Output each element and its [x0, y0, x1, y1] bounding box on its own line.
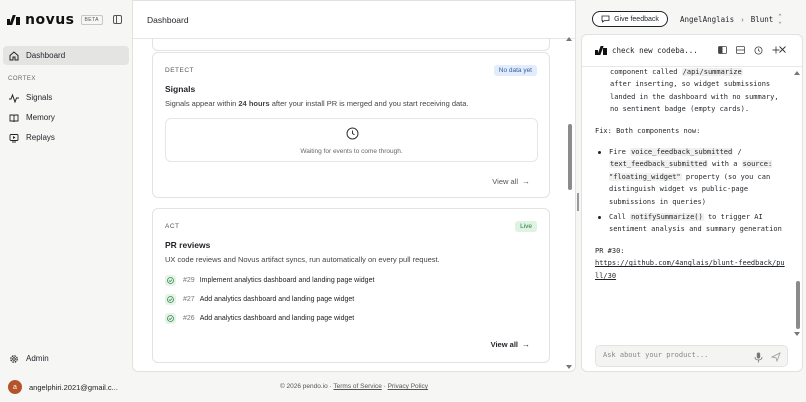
privacy-link[interactable]: Privacy Policy [388, 383, 428, 390]
book-icon [9, 113, 19, 123]
footer: © 2026 pendo.io · Terms of Service · Pri… [132, 383, 576, 390]
give-feedback-button[interactable]: Give feedback [592, 11, 668, 27]
clock-icon [346, 127, 359, 140]
scrollbar-thumb[interactable] [568, 124, 572, 190]
sidebar-item-label: Memory [26, 113, 55, 122]
org-name[interactable]: AngelAnglais [680, 15, 734, 24]
novus-logo-icon [595, 46, 608, 55]
main-scrollbar[interactable] [567, 39, 572, 371]
gear-icon [9, 354, 19, 364]
chevron-up-down-icon: ⌃ ⌄ [778, 13, 782, 25]
card-title: PR reviews [165, 240, 211, 250]
microphone-icon[interactable] [754, 352, 763, 363]
card-kicker: DETECT [165, 67, 194, 74]
sidebar-item-signals[interactable]: Signals [3, 88, 129, 107]
split-view-icon[interactable] [716, 44, 728, 56]
card-title: Signals [165, 84, 196, 94]
chat-scrollbar-thumb[interactable] [796, 281, 800, 329]
page-title: Dashboard [147, 15, 189, 25]
sidebar-item-label: Signals [26, 93, 53, 102]
sidebar: novus BETA Dashboard CORTEX Signals Memo… [0, 0, 132, 402]
check-circle-icon [165, 294, 176, 305]
assistant-chat-panel: check new codeba... component called /ap… [581, 34, 803, 372]
pulse-icon [9, 93, 19, 103]
sidebar-item-admin[interactable]: Admin [3, 349, 129, 368]
novus-logo-icon [7, 15, 22, 25]
logo[interactable]: novus BETA [7, 12, 103, 28]
signals-view-all-link[interactable]: View all → [492, 177, 530, 186]
terms-link[interactable]: Terms of Service [333, 383, 381, 390]
pr-list-item[interactable]: #26 Add analytics dashboard and landing … [165, 313, 354, 324]
replay-icon [9, 133, 19, 143]
history-icon[interactable] [752, 44, 764, 56]
chat-input-box[interactable] [595, 345, 788, 367]
user-menu[interactable]: a angelphiri.2021@gmail.c... [8, 380, 118, 394]
card-description: Signals appear within 24 hours after you… [165, 99, 469, 108]
empty-state: Waiting for events to come through. [165, 118, 538, 162]
chat-scroll-down-arrow[interactable] [794, 332, 800, 336]
pr-number: #27 [183, 296, 195, 303]
chat-scroll-up-arrow[interactable] [794, 71, 800, 75]
project-name[interactable]: Blunt [751, 15, 774, 24]
chat-title[interactable]: check new codeba... [612, 46, 698, 55]
sidebar-item-memory[interactable]: Memory [3, 108, 129, 127]
sidebar-item-label: Replays [26, 133, 55, 142]
chat-toolbar [710, 44, 782, 56]
pr-reviews-card: ACT Live PR reviews UX code reviews and … [152, 208, 550, 363]
check-circle-icon [165, 313, 176, 324]
close-icon[interactable] [779, 45, 786, 55]
chat-bubble-icon [601, 15, 610, 23]
arrow-right-icon: → [522, 340, 530, 349]
pr-link[interactable]: https://github.com/4anglais/blunt-feedba… [595, 257, 785, 282]
avatar: a [8, 380, 22, 394]
card-kicker: ACT [165, 223, 180, 230]
send-icon[interactable] [770, 352, 781, 363]
copyright: © 2026 pendo.io · [279, 383, 334, 390]
pr-list-item[interactable]: #27 Add analytics dashboard and landing … [165, 294, 354, 305]
dashboard-scroll-area[interactable]: DETECT No data yet Signals Signals appea… [133, 39, 575, 371]
panel-layout-icon[interactable] [734, 44, 746, 56]
chevron-right-icon: › [741, 14, 744, 24]
main-header: Dashboard [133, 1, 575, 39]
sidebar-item-replays[interactable]: Replays [3, 128, 129, 147]
pr-title: Add analytics dashboard and landing page… [199, 296, 355, 303]
check-circle-icon [165, 275, 176, 286]
sidebar-item-dashboard[interactable]: Dashboard [3, 46, 129, 65]
logo-text: novus [25, 12, 75, 28]
panel-resize-handle[interactable] [577, 193, 579, 211]
chat-message: component called /api/summarize after in… [595, 67, 785, 339]
user-email: angelphiri.2021@gmail.c... [29, 382, 118, 392]
sidebar-item-label: Dashboard [26, 51, 66, 60]
scroll-down-arrow[interactable] [566, 365, 572, 369]
sidebar-item-label: Admin [26, 354, 49, 363]
status-badge: Live [515, 221, 537, 232]
arrow-right-icon: → [522, 177, 530, 186]
pr-number: #26 [183, 315, 195, 322]
section-label-cortex: CORTEX [8, 76, 36, 82]
signals-card: DETECT No data yet Signals Signals appea… [152, 52, 550, 198]
previous-card [152, 39, 550, 51]
status-badge: No data yet [493, 65, 537, 76]
empty-state-text: Waiting for events to come through. [300, 148, 403, 155]
chat-input[interactable] [603, 351, 743, 359]
pr-list-item[interactable]: #29 Implement analytics dashboard and la… [165, 275, 374, 286]
collapse-sidebar-icon[interactable] [113, 15, 122, 24]
pr-title: Implement analytics dashboard and landin… [199, 277, 375, 284]
home-icon [9, 50, 19, 61]
chat-header: check new codeba... [582, 35, 802, 67]
pr-title: Add analytics dashboard and landing page… [199, 315, 355, 322]
pr-reviews-view-all-link[interactable]: View all → [491, 340, 530, 349]
beta-badge: BETA [80, 15, 103, 25]
project-switcher[interactable]: AngelAnglais › Blunt ⌃ ⌄ [680, 13, 782, 25]
main-panel: Dashboard DETECT No data yet Signals Sig… [132, 0, 576, 372]
card-description: UX code reviews and Novus artifact syncs… [165, 255, 440, 264]
pr-number: #29 [183, 277, 195, 284]
